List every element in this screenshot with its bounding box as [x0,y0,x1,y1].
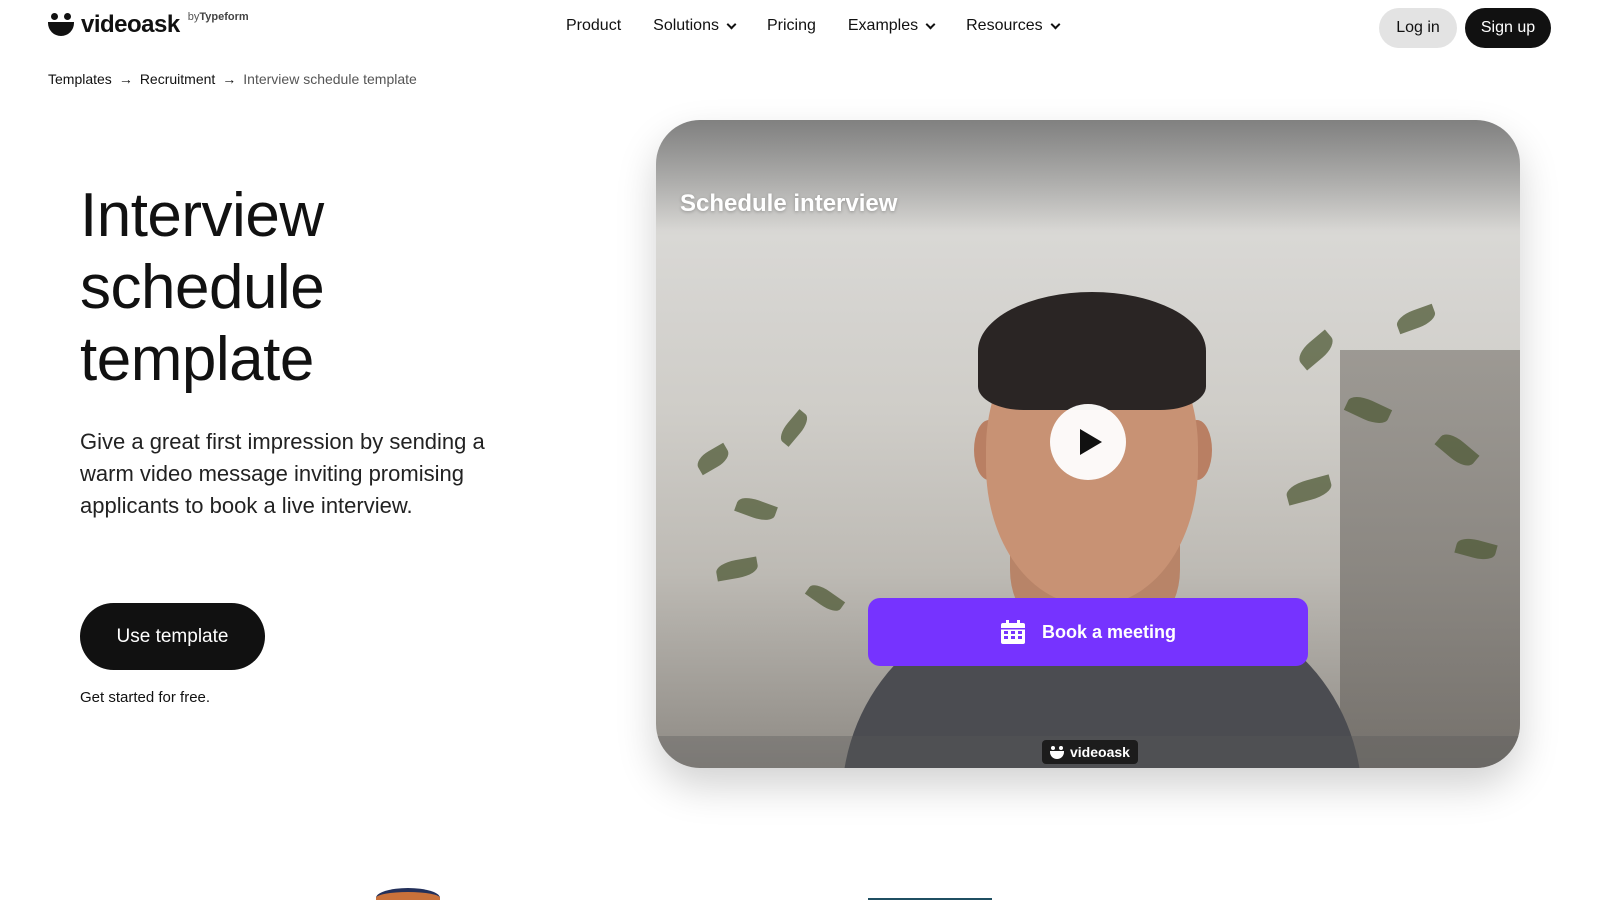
videoask-logo-icon [1050,745,1064,759]
use-template-button[interactable]: Use template [80,603,265,670]
arrow-right-icon: → [222,71,237,87]
page-title-line: template [80,325,314,394]
breadcrumb-templates[interactable]: Templates [48,71,112,87]
play-icon [1080,429,1102,455]
plant-leaf [1294,329,1338,371]
videoask-logo-icon [48,13,74,37]
page-title-line: schedule [80,253,325,322]
calendar-icon [1000,619,1025,644]
plant-leaf [693,442,733,476]
brand-byline: byTypeform [187,11,249,23]
cta-note: Get started for free. [80,689,211,706]
plant-leaf [804,580,846,616]
brand-name: videoask [81,11,180,38]
hero-description: Give a great first impression by sending… [80,429,485,518]
plant-leaf [1394,303,1438,335]
breadcrumb: Templates → Recruitment → Interview sche… [48,71,417,87]
person-hair [978,292,1206,410]
nav-item-examples[interactable]: Examples [848,17,936,35]
videoask-badge-label: videoask [1070,744,1130,760]
book-meeting-button[interactable]: Book a meeting [868,598,1308,666]
section-graphic [376,888,440,900]
plant-leaf [1284,474,1334,506]
main-nav: Product Solutions Pricing Examples Resou… [566,17,1091,35]
chevron-down-icon [1050,19,1061,29]
nav-item-resources[interactable]: Resources [966,17,1061,35]
login-button[interactable]: Log in [1379,8,1457,48]
brand-logo[interactable]: videoask byTypeform [48,12,249,37]
plant-leaf [714,556,760,582]
site-header: videoask byTypeform Product Solutions Pr… [0,0,1600,56]
page-title: Interview schedule template [80,180,560,396]
book-meeting-label: Book a meeting [1041,621,1177,642]
videoask-badge[interactable]: videoask [1042,740,1138,764]
chevron-down-icon [726,19,737,29]
breadcrumb-current: Interview schedule template [243,71,417,87]
nav-item-solutions[interactable]: Solutions [653,17,737,35]
breadcrumb-recruitment[interactable]: Recruitment [140,71,215,87]
plant-leaf [776,409,812,447]
nav-item-pricing[interactable]: Pricing [767,17,816,35]
signup-button[interactable]: Sign up [1465,8,1551,48]
play-button[interactable] [1050,404,1126,480]
nav-item-product[interactable]: Product [566,17,621,35]
video-preview[interactable]: Schedule interview Book a meeting videoa… [656,120,1520,768]
plant-leaf [734,493,778,525]
video-title: Schedule interview [680,190,898,217]
page-title-line: Interview [80,181,324,250]
chevron-down-icon [925,19,936,29]
arrow-right-icon: → [118,71,133,87]
